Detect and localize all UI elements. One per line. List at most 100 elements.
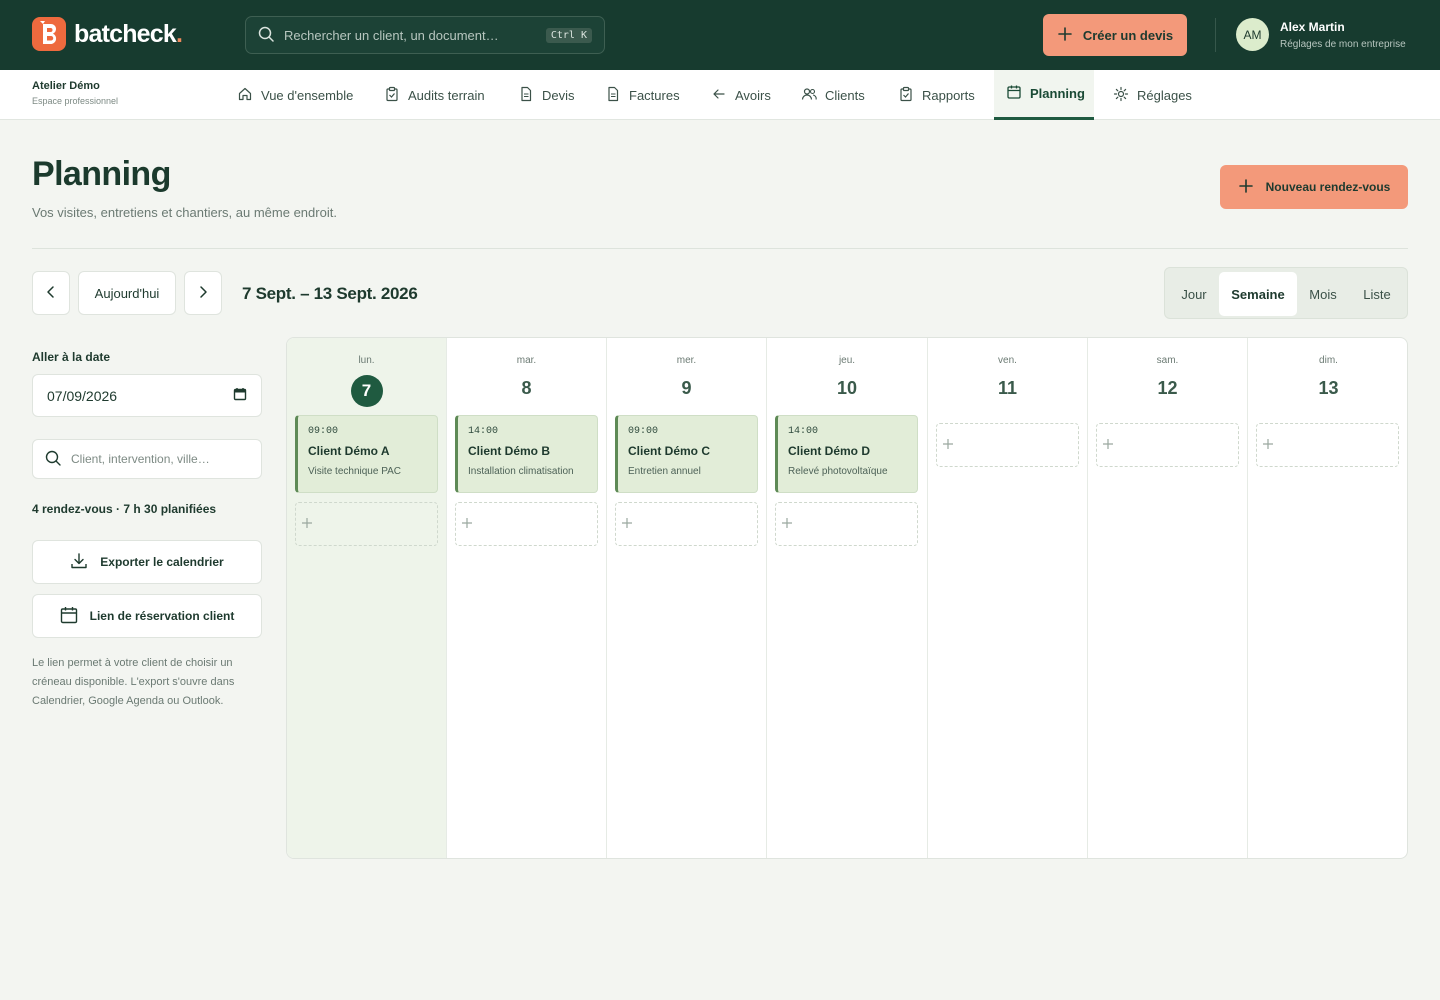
plus-icon xyxy=(1102,438,1114,453)
clipboard-check-icon xyxy=(898,86,914,105)
add-appointment-slot[interactable] xyxy=(936,423,1079,467)
appointment-card[interactable]: 14:00 Client Démo B Installation climati… xyxy=(455,415,598,493)
tab-reports[interactable]: Rapports xyxy=(898,70,975,120)
tab-label: Réglages xyxy=(1137,87,1192,103)
add-appointment-slot[interactable] xyxy=(775,502,918,546)
tab-label: Audits terrain xyxy=(408,87,485,103)
create-quote-button[interactable]: Créer un devis xyxy=(1043,14,1187,56)
booking-link-button[interactable]: Lien de réservation client xyxy=(32,594,262,638)
workspace-info: Atelier Démo Espace professionnel xyxy=(32,80,118,106)
day-number: 8 xyxy=(521,378,532,398)
chevron-right-icon xyxy=(196,285,210,302)
tab-label: Vue d'ensemble xyxy=(261,87,354,103)
clipboard-icon xyxy=(384,86,400,105)
search-icon xyxy=(45,450,61,469)
plus-icon xyxy=(942,438,954,453)
tab-label: Factures xyxy=(629,87,680,103)
day-number: 12 xyxy=(1157,378,1178,398)
tab-label: Clients xyxy=(825,87,865,103)
brand-name: batcheck. xyxy=(74,19,183,48)
plus-icon xyxy=(461,517,473,532)
tab-overview[interactable]: Vue d'ensemble xyxy=(237,70,353,120)
day-column-friday[interactable]: ven. 11 xyxy=(928,338,1088,858)
tab-quotes[interactable]: Devis xyxy=(518,70,575,120)
day-column-thursday[interactable]: jeu. 10 14:00 Client Démo D Relevé photo… xyxy=(767,338,928,858)
user-menu[interactable]: AM Alex Martin Réglages de mon entrepris… xyxy=(1236,18,1406,51)
appointment-type: Entretien annuel xyxy=(628,466,701,477)
create-quote-label: Créer un devis xyxy=(1082,27,1174,43)
appointment-search-placeholder: Client, intervention, ville… xyxy=(71,452,210,466)
day-of-week: dim. xyxy=(1319,355,1338,366)
appointment-time: 09:00 xyxy=(308,426,339,437)
day-column-wednesday[interactable]: mer. 9 09:00 Client Démo C Entretien ann… xyxy=(607,338,767,858)
today-button[interactable]: Aujourd'hui xyxy=(78,271,176,315)
tab-label: Avoirs xyxy=(735,87,771,103)
appointment-type: Relevé photovoltaïque xyxy=(788,466,888,477)
export-calendar-button[interactable]: Exporter le calendrier xyxy=(32,540,262,584)
day-column-tuesday[interactable]: mar. 8 14:00 Client Démo B Installation … xyxy=(447,338,607,858)
previous-week-button[interactable] xyxy=(32,271,70,315)
avatar: AM xyxy=(1236,18,1269,51)
add-appointment-slot[interactable] xyxy=(1256,423,1399,467)
search-placeholder: Rechercher un client, un document… xyxy=(284,27,499,43)
brand-logo[interactable]: batcheck. xyxy=(32,17,183,51)
date-input-value: 07/09/2026 xyxy=(47,387,118,404)
day-number-today: 7 xyxy=(350,375,383,407)
calendar-icon[interactable] xyxy=(233,387,247,404)
day-of-week: sam. xyxy=(1156,355,1179,366)
day-number: 9 xyxy=(681,378,692,398)
tab-credit-notes[interactable]: Avoirs xyxy=(711,70,771,120)
view-list[interactable]: Liste xyxy=(1351,272,1403,316)
day-of-week: ven. xyxy=(998,355,1017,366)
add-appointment-slot[interactable] xyxy=(295,502,438,546)
appointment-card[interactable]: 09:00 Client Démo A Visite technique PAC xyxy=(295,415,438,493)
booking-link-label: Lien de réservation client xyxy=(89,609,235,623)
day-of-week: mar. xyxy=(516,355,537,366)
calendar-icon xyxy=(60,606,78,627)
new-appointment-button[interactable]: Nouveau rendez-vous xyxy=(1220,165,1408,209)
arrow-left-icon xyxy=(711,86,727,105)
page-title: Planning xyxy=(32,155,171,193)
tab-field-audits[interactable]: Audits terrain xyxy=(384,70,485,120)
goto-date-label: Aller à la date xyxy=(32,350,111,364)
plus-icon xyxy=(301,517,313,532)
goto-date-input[interactable]: 07/09/2026 xyxy=(32,374,262,417)
tab-settings[interactable]: Réglages xyxy=(1113,70,1192,120)
next-week-button[interactable] xyxy=(184,271,222,315)
appointment-type: Visite technique PAC xyxy=(308,466,402,477)
add-appointment-slot[interactable] xyxy=(615,502,758,546)
search-icon xyxy=(258,26,274,45)
new-appointment-label: Nouveau rendez-vous xyxy=(1265,180,1391,194)
appointment-card[interactable]: 09:00 Client Démo C Entretien annuel xyxy=(615,415,758,493)
global-search[interactable]: Rechercher un client, un document… Ctrl … xyxy=(245,16,605,54)
view-week[interactable]: Semaine xyxy=(1219,272,1297,316)
appointment-card[interactable]: 14:00 Client Démo D Relevé photovoltaïqu… xyxy=(775,415,918,493)
tab-planning[interactable]: Planning xyxy=(994,70,1094,120)
appointment-search-input[interactable]: Client, intervention, ville… xyxy=(32,439,262,479)
day-number: 10 xyxy=(836,378,858,398)
workspace-type: Espace professionnel xyxy=(32,96,119,106)
tab-label: Devis xyxy=(542,87,575,103)
chevron-left-icon xyxy=(44,285,58,302)
day-of-week: jeu. xyxy=(838,355,856,366)
appointment-time: 09:00 xyxy=(628,426,659,437)
download-icon xyxy=(70,552,88,573)
appointment-time: 14:00 xyxy=(468,426,499,437)
main-nav: Atelier Démo Espace professionnel Vue d'… xyxy=(0,70,1440,120)
add-appointment-slot[interactable] xyxy=(455,502,598,546)
user-name: Alex Martin xyxy=(1280,19,1345,34)
day-column-sunday[interactable]: dim. 13 xyxy=(1248,338,1407,858)
view-day[interactable]: Jour xyxy=(1169,272,1219,316)
day-column-monday[interactable]: lun. 7 09:00 Client Démo A Visite techni… xyxy=(287,338,447,858)
add-appointment-slot[interactable] xyxy=(1096,423,1239,467)
tab-clients[interactable]: Clients xyxy=(801,70,865,120)
page-subtitle: Vos visites, entretiens et chantiers, au… xyxy=(32,205,337,220)
tab-label: Planning xyxy=(1030,86,1085,101)
view-month[interactable]: Mois xyxy=(1297,272,1349,316)
user-settings-link[interactable]: Réglages de mon entreprise xyxy=(1280,39,1406,50)
day-of-week: mer. xyxy=(676,355,697,366)
day-column-saturday[interactable]: sam. 12 xyxy=(1088,338,1248,858)
tab-invoices[interactable]: Factures xyxy=(605,70,680,120)
search-shortcut-badge: Ctrl K xyxy=(545,27,592,43)
header-divider xyxy=(32,248,1408,249)
